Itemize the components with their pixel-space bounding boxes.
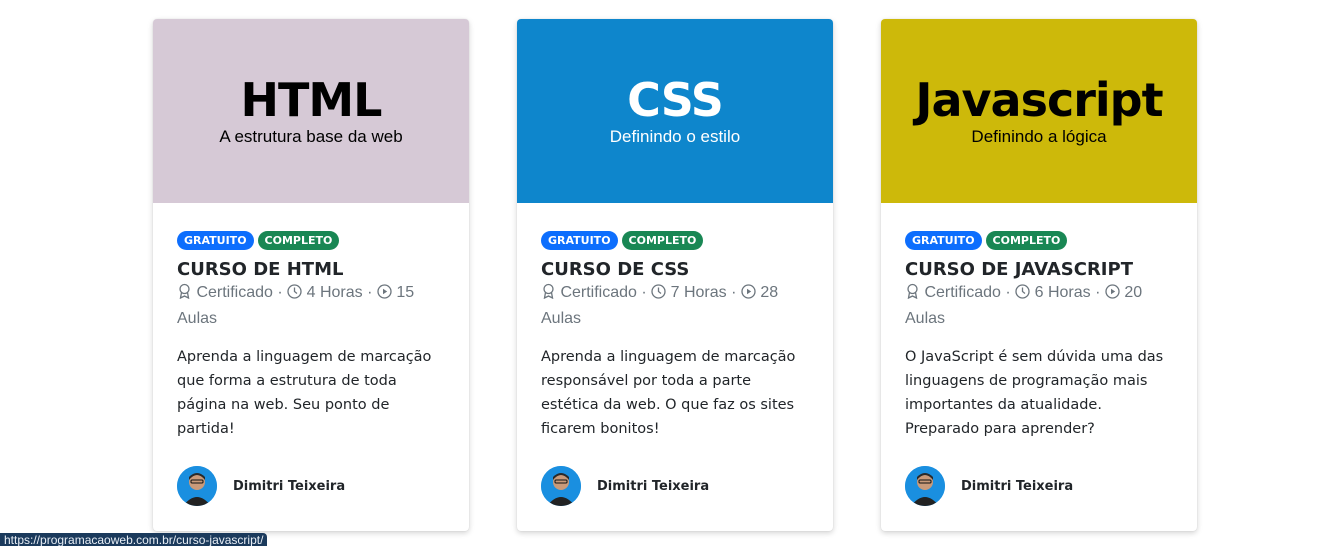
lessons-label: Aulas <box>905 310 946 327</box>
author-name: Dimitri Teixeira <box>233 478 346 494</box>
course-description: Aprenda a linguagem de marcação responsá… <box>541 349 796 437</box>
course-card-html[interactable]: HTML A estrutura base da web GRATUITO CO… <box>153 19 469 531</box>
course-banner[interactable]: CSS Definindo o estilo <box>517 19 833 203</box>
free-badge: GRATUITO <box>541 231 618 250</box>
banner-title: Javascript <box>915 73 1163 127</box>
play-circle-icon <box>377 283 392 307</box>
certificate-label: Certificado <box>560 284 637 301</box>
course-title[interactable]: CURSO DE JAVASCRIPT <box>905 259 1173 280</box>
avatar <box>177 466 217 506</box>
course-title[interactable]: CURSO DE CSS <box>541 259 809 280</box>
award-icon <box>541 283 556 307</box>
course-meta: Certificado · 6 Horas · 20 Aulas <box>905 283 1143 327</box>
avatar <box>905 466 945 506</box>
banner-subtitle: Definindo o estilo <box>609 127 741 146</box>
clock-icon <box>287 283 302 307</box>
banner-title: CSS <box>627 73 724 127</box>
lessons-count: 28 <box>760 284 779 301</box>
course-card-css[interactable]: CSS Definindo o estilo GRATUITO COMPLETO… <box>517 19 833 531</box>
lessons-label: Aulas <box>177 310 218 327</box>
free-badge: GRATUITO <box>905 231 982 250</box>
link-status-bar: https://programacaoweb.com.br/curso-java… <box>0 533 268 546</box>
course-description: O JavaScript é sem dúvida uma das lingua… <box>905 349 1164 437</box>
lessons-count: 15 <box>396 284 415 301</box>
course-banner[interactable]: HTML A estrutura base da web <box>153 19 469 203</box>
banner-title: HTML <box>240 73 383 127</box>
author: Dimitri Teixeira <box>905 466 1073 506</box>
course-title[interactable]: CURSO DE HTML <box>177 259 445 280</box>
author: Dimitri Teixeira <box>177 466 345 506</box>
complete-badge: COMPLETO <box>985 231 1068 250</box>
play-circle-icon <box>1105 283 1120 307</box>
course-card-javascript[interactable]: Javascript Definindo a lógica GRATUITO C… <box>881 19 1197 531</box>
course-banner[interactable]: Javascript Definindo a lógica <box>881 19 1197 203</box>
hours-label: 7 Horas <box>670 284 727 301</box>
course-meta: Certificado · 7 Horas · 28 Aulas <box>541 283 779 327</box>
award-icon <box>177 283 192 307</box>
course-meta: Certificado · 4 Horas · 15 Aulas <box>177 283 415 327</box>
free-badge: GRATUITO <box>177 231 254 250</box>
award-icon <box>905 283 920 307</box>
course-card-list: HTML A estrutura base da web GRATUITO CO… <box>153 19 1197 531</box>
clock-icon <box>1015 283 1030 307</box>
complete-badge: COMPLETO <box>257 231 340 250</box>
avatar <box>541 466 581 506</box>
course-description: Aprenda a linguagem de marcação que form… <box>177 349 432 437</box>
hours-label: 4 Horas <box>306 284 363 301</box>
hours-label: 6 Horas <box>1034 284 1091 301</box>
lessons-label: Aulas <box>541 310 582 327</box>
clock-icon <box>651 283 666 307</box>
certificate-label: Certificado <box>196 284 273 301</box>
author: Dimitri Teixeira <box>541 466 709 506</box>
lessons-count: 20 <box>1124 284 1143 301</box>
banner-subtitle: Definindo a lógica <box>971 127 1107 146</box>
certificate-label: Certificado <box>924 284 1001 301</box>
play-circle-icon <box>741 283 756 307</box>
complete-badge: COMPLETO <box>621 231 704 250</box>
author-name: Dimitri Teixeira <box>961 478 1074 494</box>
banner-subtitle: A estrutura base da web <box>219 127 403 146</box>
author-name: Dimitri Teixeira <box>597 478 710 494</box>
